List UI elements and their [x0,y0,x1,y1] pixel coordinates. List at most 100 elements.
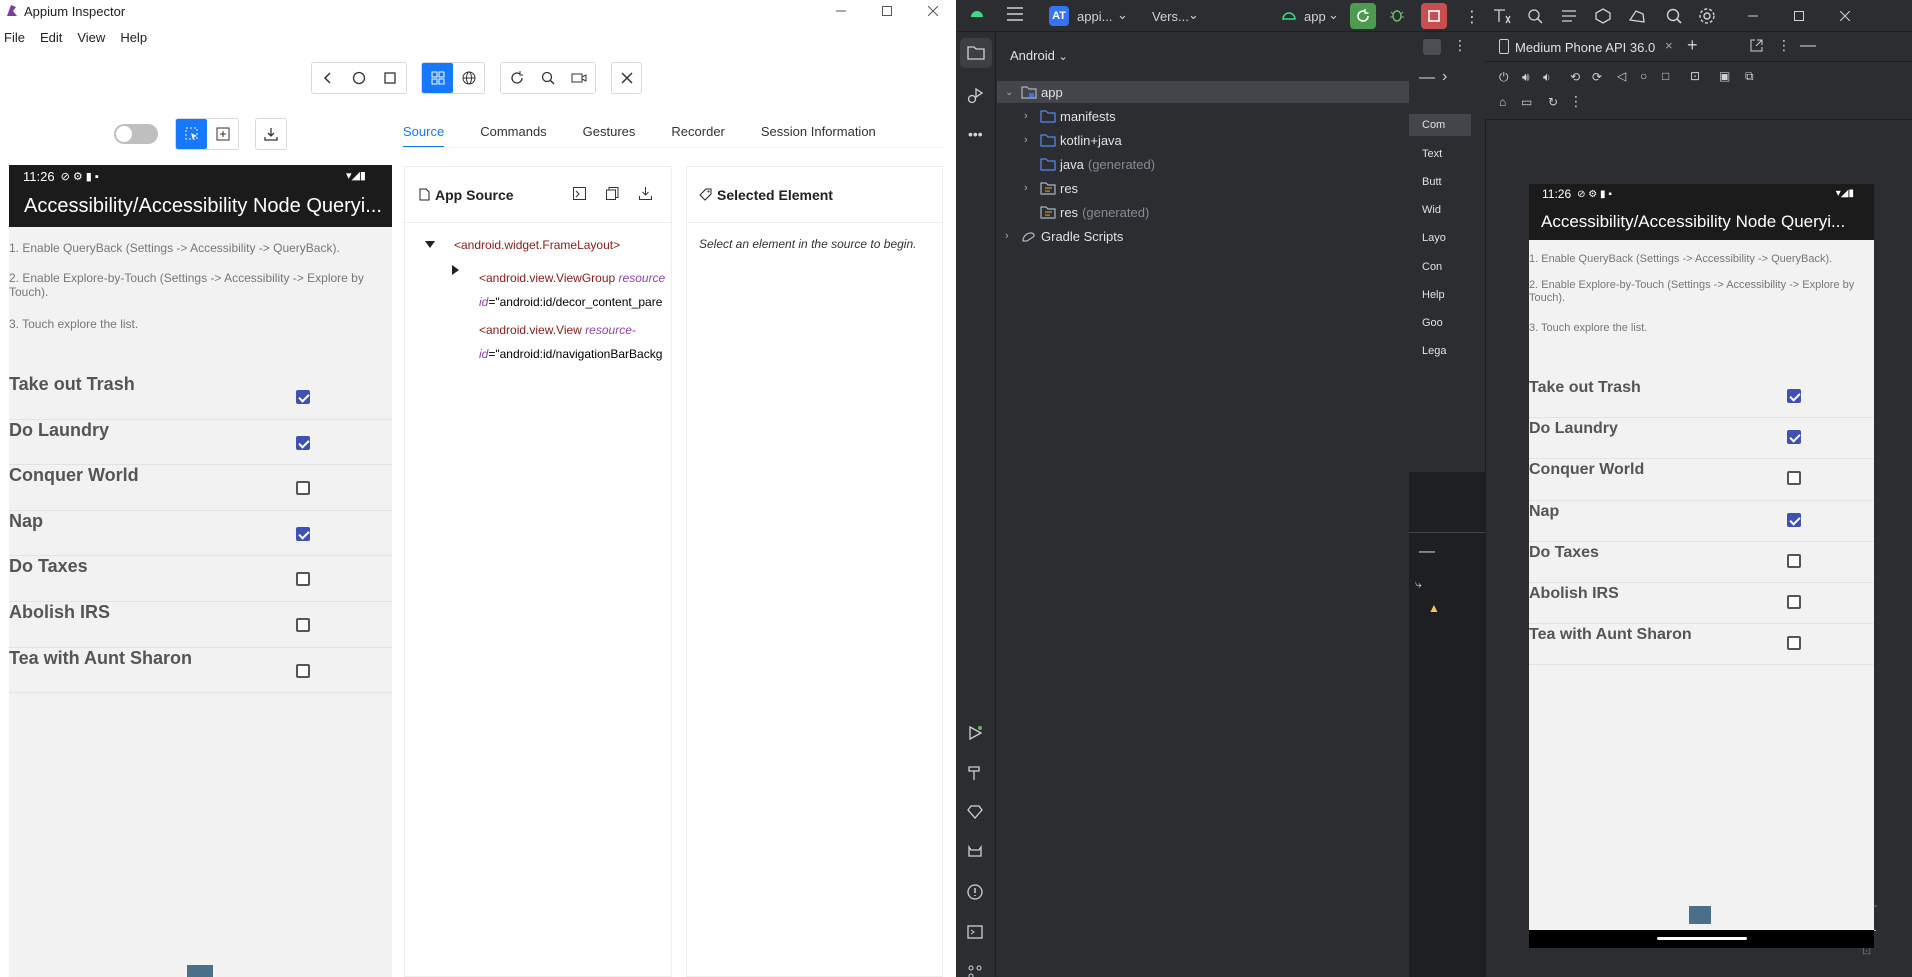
task-row[interactable]: Conquer World [9,465,392,511]
hide-panel-icon[interactable]: — [1800,37,1816,55]
minimize-button[interactable] [818,0,864,22]
maximize-button[interactable] [864,0,910,22]
studio-close-button[interactable] [1822,5,1868,27]
quit-session-button[interactable] [612,63,641,93]
gem-icon[interactable] [967,804,983,820]
connector-icon[interactable]: ⤷ [1415,577,1422,592]
task-checkbox[interactable] [296,663,310,678]
layout-view-icon[interactable] [1423,39,1441,55]
task-checkbox[interactable] [1787,430,1801,445]
menu-view[interactable]: View [73,26,105,50]
task-checkbox[interactable] [1787,636,1801,651]
problems-info-icon[interactable] [967,884,983,900]
build-variants-icon[interactable] [1561,8,1577,24]
task-row[interactable]: Abolish IRS [9,602,392,648]
menu-file[interactable]: File [0,26,25,50]
back-button[interactable] [312,63,343,93]
task-row[interactable]: Tea with Aunt Sharon [1529,624,1874,666]
screen-record-icon[interactable]: ▭ [1521,95,1532,109]
home-button[interactable] [343,63,374,93]
palette-containers[interactable]: Con [1422,261,1442,273]
task-row[interactable]: Nap [9,511,392,557]
task-checkbox[interactable] [1787,389,1801,403]
tree-item-kotlin-java[interactable]: › kotlin+java [1024,129,1122,151]
close-window-button[interactable] [910,0,956,22]
expand-caret-icon[interactable] [425,241,435,249]
settings-gear-icon[interactable] [1698,7,1716,25]
palette-common[interactable]: Com [1422,119,1445,131]
home-icon[interactable]: ○ [1640,69,1647,83]
volume-down-icon[interactable]: 🔉︎ [1543,70,1551,85]
device-manager-icon[interactable] [1628,8,1646,24]
palette-legacy[interactable]: Lega [1422,345,1446,357]
toggle-attributes-icon[interactable] [573,187,586,200]
run-config[interactable]: app [1304,9,1326,24]
terminal-icon[interactable] [967,924,983,940]
web-mode-button[interactable] [453,63,484,93]
project-view-selector[interactable]: Android ⌄ [1010,48,1068,63]
palette-widgets[interactable]: Wid [1422,204,1441,216]
search-icon[interactable] [532,63,563,93]
home-gesture-handle[interactable] [1657,937,1747,940]
power-icon[interactable]: ⏻ [1499,70,1509,85]
download-xml-icon[interactable] [639,187,652,200]
screenshot-toggle[interactable] [114,124,158,144]
menu-help[interactable]: Help [116,26,147,50]
task-checkbox[interactable] [296,572,310,587]
volume-up-icon[interactable]: 🔊︎ [1522,70,1530,85]
download-screenshot-icon[interactable] [256,119,286,149]
profiler-icon[interactable] [1527,8,1543,24]
logcat-cat-icon[interactable] [967,844,983,860]
tab-gestures[interactable]: Gestures [583,118,636,148]
build-hammer-icon[interactable] [967,765,983,781]
close-tab-icon[interactable]: × [1665,38,1673,53]
palette-text[interactable]: Text [1422,148,1442,160]
task-checkbox[interactable] [296,390,310,404]
task-row[interactable]: Abolish IRS [1529,583,1874,625]
task-row[interactable]: Take out Trash [1529,377,1874,419]
project-folder-icon[interactable] [960,38,992,68]
task-checkbox[interactable] [296,435,310,450]
palette-google[interactable]: Goo [1422,317,1443,329]
resource-manager-icon[interactable] [967,88,983,104]
task-row[interactable]: Nap [1529,501,1874,542]
run-tool-icon[interactable] [967,725,983,741]
overview-icon[interactable]: □ [1662,69,1669,83]
task-checkbox[interactable] [296,481,310,496]
snapshot-icon[interactable]: ↻ [1548,95,1558,109]
task-row[interactable]: Do Taxes [1529,542,1874,583]
rotate-left-icon[interactable]: ⟲ [1570,70,1580,84]
tree-item-res-generated[interactable]: res (generated) [1040,201,1149,223]
task-checkbox[interactable] [296,618,310,632]
menu-edit[interactable]: Edit [36,26,62,50]
project-badge[interactable]: AT [1049,6,1069,26]
chevron-right-icon[interactable]: › [1442,68,1447,86]
warning-icon[interactable]: ▲ [1428,601,1440,615]
device-screenshot[interactable]: 11:26 ⊘ ⚙ ▮ ▪ ▾◢▮ Accessibility/Accessib… [9,165,392,977]
mirror-icon[interactable]: ⧉ [1745,69,1754,84]
app-switch-button[interactable] [374,63,405,93]
task-checkbox[interactable] [1787,595,1801,609]
more-actions-icon[interactable]: ⋮ [1569,93,1583,110]
tree-item-manifests[interactable]: › manifests [1024,105,1116,127]
tree-item-app[interactable]: ⌄ app [1005,81,1063,103]
task-row[interactable]: Take out Trash [9,374,392,420]
copy-xml-icon[interactable] [606,187,619,200]
back-icon[interactable]: ◁ [1617,69,1626,83]
project-name[interactable]: appi... [1077,9,1112,24]
refresh-button[interactable] [501,63,532,93]
studio-maximize-button[interactable] [1776,5,1822,27]
collapse-caret-icon[interactable] [452,265,460,275]
tree-item-java-generated[interactable]: java (generated) [1040,153,1155,175]
more-actions-icon[interactable]: ⋮ [1464,7,1480,27]
stop-button[interactable] [1421,3,1447,29]
record-video-icon[interactable] [563,63,594,93]
studio-minimize-button[interactable] [1730,5,1776,27]
fold-icon[interactable]: ⊡ [1690,69,1700,83]
more-tools-icon[interactable]: ••• [968,126,983,142]
tree-node-view[interactable]: <android.view.View resource- id="android… [479,318,673,366]
sdk-manager-icon[interactable] [1595,8,1611,24]
minimize-panel-icon[interactable]: — [1419,69,1435,87]
tree-node-framelayout[interactable]: <android.widget.FrameLayout> [454,238,620,252]
main-menu-icon[interactable] [1007,7,1023,21]
